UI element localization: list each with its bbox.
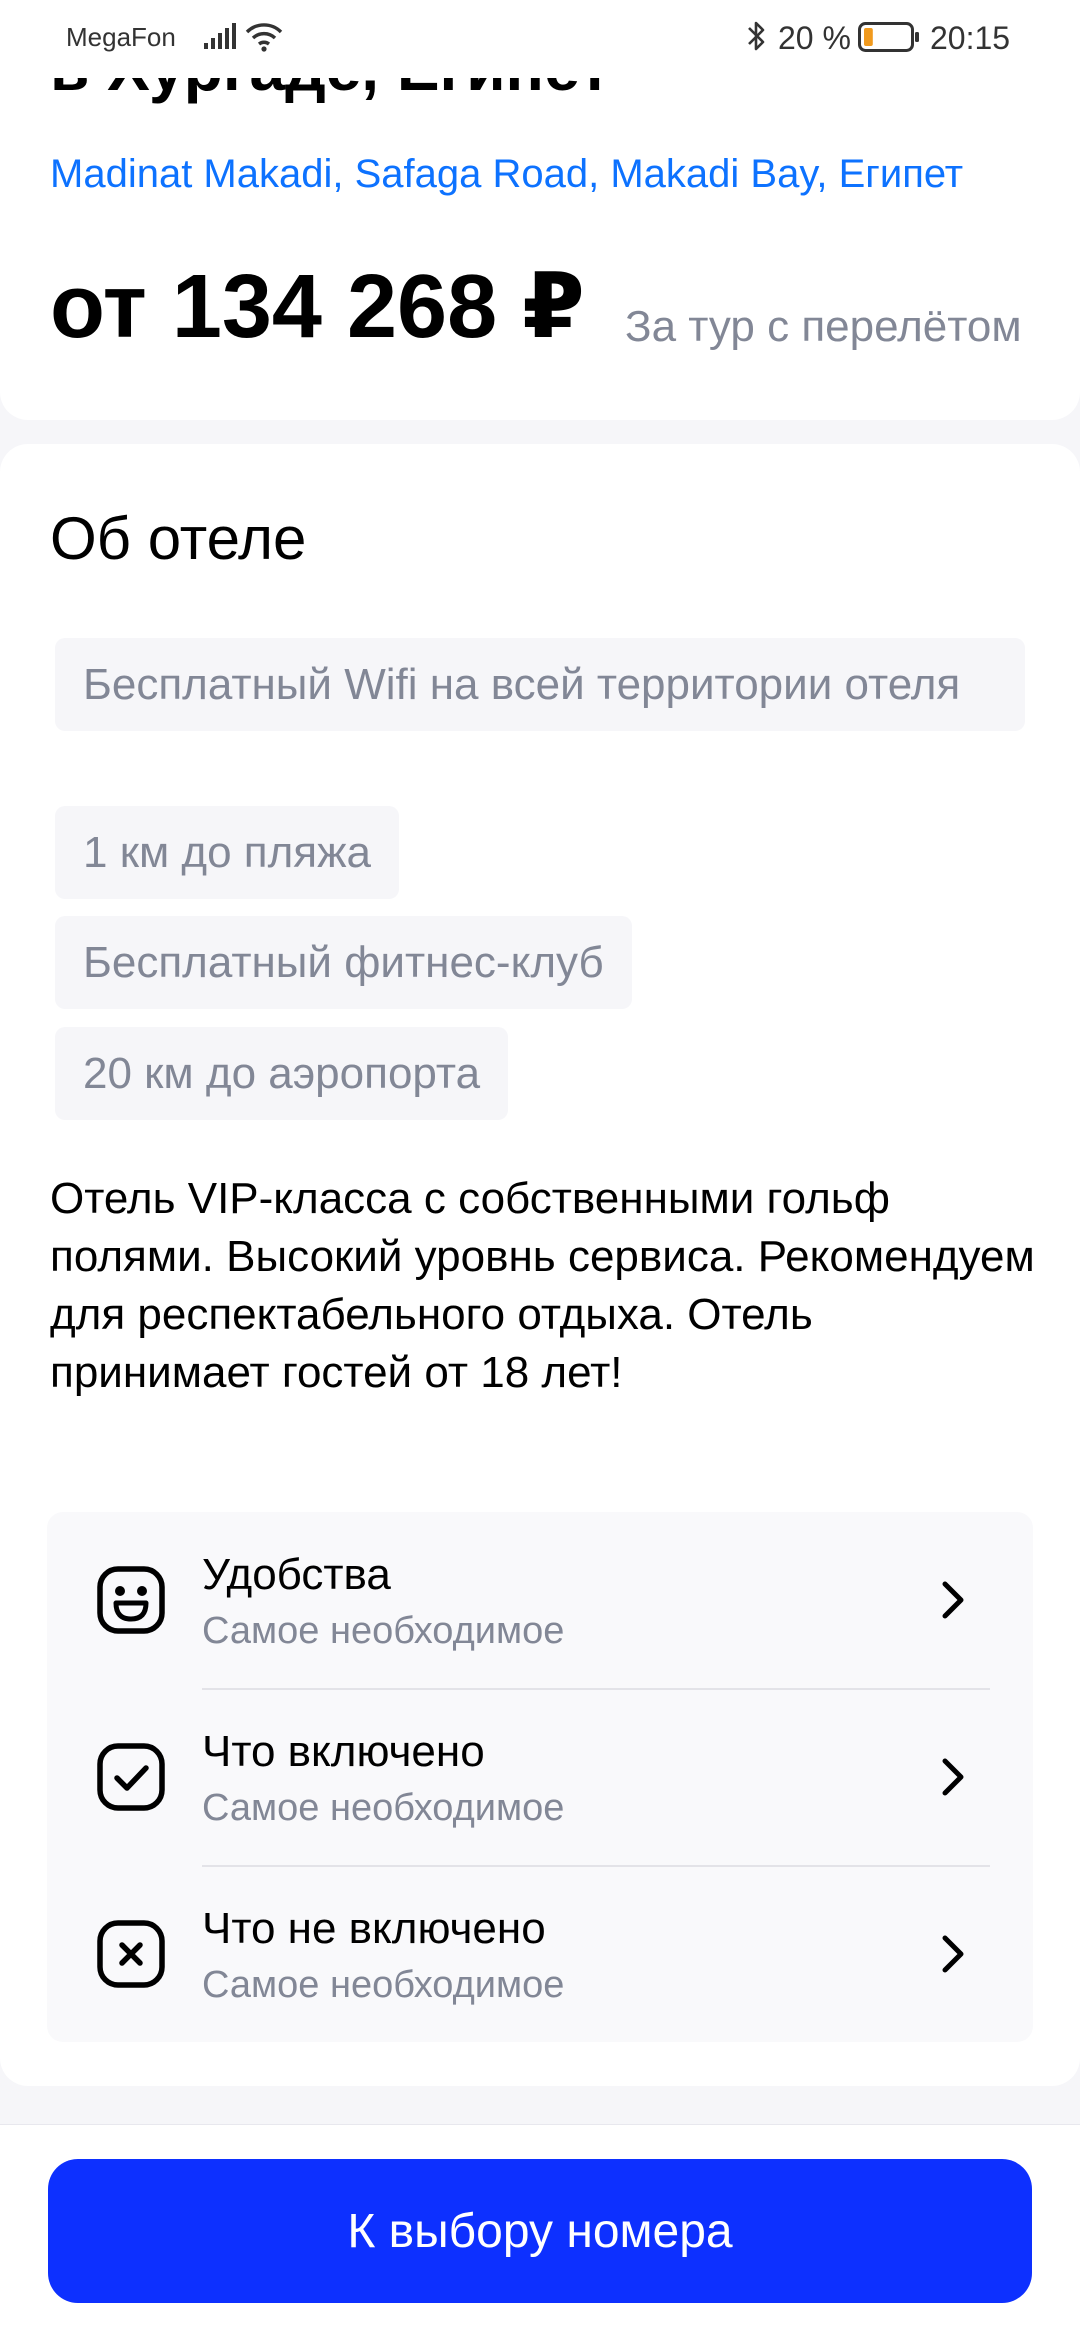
bluetooth-icon xyxy=(748,21,765,51)
feature-chip: 1 км до пляжа xyxy=(55,806,400,899)
info-row-amenities[interactable]: Удобства Самое необходимое xyxy=(47,1512,1033,1688)
price-note: За тур с перелётом xyxy=(625,302,1022,351)
info-title: Что не включено xyxy=(202,1904,546,1953)
hotel-description: Отель VIP-класса с собственными гольф по… xyxy=(50,1174,1035,1397)
info-title: Удобства xyxy=(202,1550,391,1599)
price: от 134 268 ₽ xyxy=(50,257,585,357)
info-row-not-included[interactable]: Что не включено Самое необходимое xyxy=(47,1866,1033,2042)
info-row-included[interactable]: Что включено Самое необходимое xyxy=(47,1689,1033,1865)
chevron-right-icon xyxy=(942,1581,964,1619)
signal-icon xyxy=(204,23,236,49)
choose-room-button[interactable]: К выбору номера xyxy=(48,2159,1032,2303)
bottom-action-bar: К выбору номера xyxy=(0,2124,1080,2340)
emoji-happy-icon xyxy=(97,1566,165,1634)
hotel-address-link[interactable]: Madinat Makadi, Safaga Road, Makadi Bay,… xyxy=(50,152,963,197)
info-subtitle: Самое необходимое xyxy=(202,1964,565,2006)
wifi-icon xyxy=(245,23,283,52)
about-hotel-card: Об отеле Бесплатный Wifi на всей террито… xyxy=(0,444,1080,2086)
info-title: Что включено xyxy=(202,1727,485,1776)
feature-chip: 20 км до аэропорта xyxy=(55,1027,509,1120)
info-subtitle: Самое необходимое xyxy=(202,1787,565,1829)
tick-square-icon xyxy=(97,1743,165,1811)
chevron-right-icon xyxy=(942,1758,964,1796)
clock: 20:15 xyxy=(930,20,1011,56)
battery-icon xyxy=(858,22,919,52)
info-list: Удобства Самое необходимое Что включено … xyxy=(47,1512,1033,2042)
feature-chip: Бесплатный Wifi на всей территории отеля xyxy=(55,638,1025,731)
close-square-icon xyxy=(97,1920,165,1988)
status-bar: MegaFon 20 % 20:15 xyxy=(0,0,1080,78)
battery-percent: 20 % xyxy=(778,20,851,56)
info-subtitle: Самое необходимое xyxy=(202,1610,565,1652)
feature-chip: Бесплатный фитнес-клуб xyxy=(55,916,632,1009)
section-title: Об отеле xyxy=(50,505,307,572)
carrier-name: MegaFon xyxy=(66,22,176,52)
chevron-right-icon xyxy=(942,1935,964,1973)
